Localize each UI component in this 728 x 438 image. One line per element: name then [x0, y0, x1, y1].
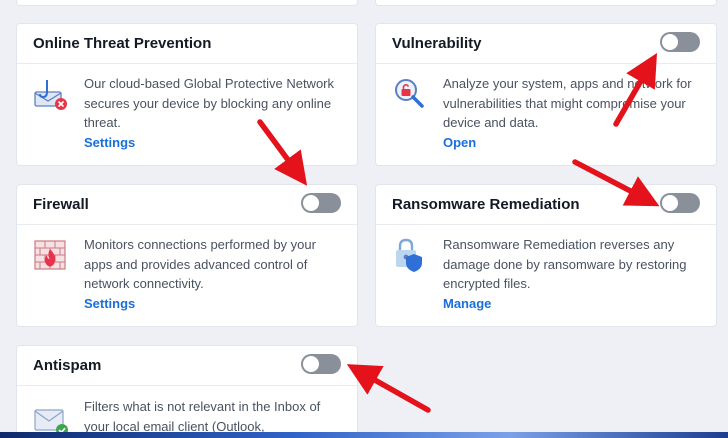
- card-header: Ransomware Remediation: [376, 185, 716, 225]
- card-description: Our cloud-based Global Protective Networ…: [84, 76, 335, 130]
- firewall-icon: [34, 240, 66, 270]
- firewall-toggle[interactable]: [301, 193, 341, 213]
- card-description: Ransomware Remediation reverses any dama…: [443, 237, 687, 291]
- toggle-knob: [662, 195, 678, 211]
- antispam-toggle[interactable]: [301, 354, 341, 374]
- vulnerability-scan-icon: [395, 79, 424, 108]
- annotation-arrow-antispam: [346, 364, 431, 413]
- phishing-hook-icon: [34, 80, 67, 110]
- card-header: Vulnerability: [376, 24, 716, 64]
- card-header: Firewall: [17, 185, 357, 225]
- card-title: Ransomware Remediation: [392, 196, 580, 213]
- card-title: Firewall: [33, 196, 89, 213]
- firewall-card: Firewall Monitors connections performed …: [16, 184, 358, 327]
- ransomware-remediation-toggle[interactable]: [660, 193, 700, 213]
- card-header: Online Threat Prevention: [17, 24, 357, 64]
- ransomware-manage-link[interactable]: Manage: [443, 296, 491, 311]
- vulnerability-toggle[interactable]: [660, 32, 700, 52]
- vulnerability-card: Vulnerability Analyze your system, apps …: [375, 23, 717, 166]
- windows-taskbar-strip: [0, 432, 728, 438]
- card-description: Filters what is not relevant in the Inbo…: [84, 399, 321, 434]
- online-threat-settings-link[interactable]: Settings: [84, 135, 135, 150]
- vulnerability-open-link[interactable]: Open: [443, 135, 476, 150]
- card-above-right: [375, 0, 717, 6]
- toggle-knob: [303, 356, 319, 372]
- online-threat-prevention-card: Online Threat Prevention Our cloud-based…: [16, 23, 358, 166]
- toggle-knob: [303, 195, 319, 211]
- toggle-knob: [662, 34, 678, 50]
- card-title: Antispam: [33, 357, 102, 374]
- firewall-settings-link[interactable]: Settings: [84, 296, 135, 311]
- card-title: Online Threat Prevention: [33, 35, 212, 52]
- ransomware-remediation-card: Ransomware Remediation Ransomware Remedi…: [375, 184, 717, 327]
- card-title: Vulnerability: [392, 35, 482, 52]
- card-above-left: [16, 0, 358, 6]
- card-description: Analyze your system, apps and network fo…: [443, 76, 692, 130]
- card-description: Monitors connections performed by your a…: [84, 237, 316, 291]
- ransomware-lock-shield-icon: [396, 238, 422, 272]
- card-header: Antispam: [17, 346, 357, 386]
- antispam-card: Antispam Filters what is not relevant in…: [16, 345, 358, 438]
